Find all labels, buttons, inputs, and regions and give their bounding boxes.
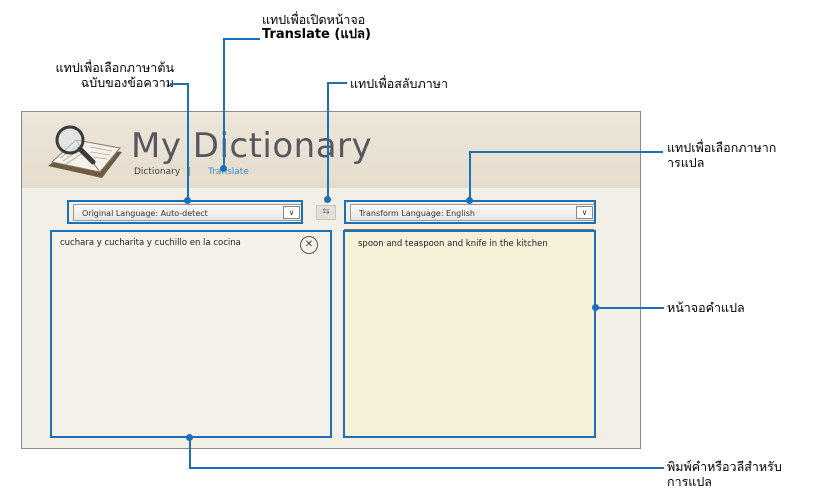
callout-input-line2: การแปล	[667, 474, 712, 489]
callout-source-line2: ฉบับของข้อความ	[80, 75, 174, 90]
callout-input-line1: พิมพ์คำหรือวลีสำหรับ	[667, 459, 782, 474]
highlight-input-panel	[50, 230, 332, 438]
leader-result-dot	[592, 304, 599, 311]
callout-target-line1: แทปเพื่อเลือกภาษาก	[667, 140, 777, 155]
leader-translate-dot	[220, 165, 227, 172]
highlight-result-panel	[343, 230, 596, 438]
leader-result-h	[596, 307, 664, 309]
leader-target-v	[469, 151, 471, 201]
swap-icon: ⇆	[322, 207, 330, 217]
swap-languages-button[interactable]: ⇆	[316, 205, 336, 220]
leader-translate-h	[223, 38, 260, 40]
leader-target-h	[469, 151, 663, 153]
tab-translate[interactable]: Translate	[208, 167, 249, 177]
callout-result-screen: หน้าจอคำแปล	[667, 300, 745, 315]
callout-target-language: แทปเพื่อเลือกภาษาก ารแปล	[667, 140, 776, 170]
leader-swap-v	[327, 82, 329, 200]
callout-source-language: แทปเพื่อเลือกภาษาต้น ฉบับของข้อความ	[6, 60, 174, 90]
leader-input-v	[189, 438, 191, 468]
callout-input: พิมพ์คำหรือวลีสำหรับ การแปล	[667, 459, 782, 489]
callout-translate-line1: แทปเพื่อเปิดหน้าจอ	[262, 12, 366, 27]
callout-translate-line2: Translate (แปล)	[262, 27, 371, 42]
callout-target-line2: ารแปล	[667, 155, 705, 170]
callout-translate: แทปเพื่อเปิดหน้าจอ Translate (แปล)	[262, 12, 371, 42]
tab-dictionary[interactable]: Dictionary	[134, 167, 180, 177]
callout-source-line1: แทปเพื่อเลือกภาษาต้น	[55, 60, 174, 75]
leader-source-dot	[184, 197, 191, 204]
leader-input-dot	[186, 434, 193, 441]
leader-swap-dot	[324, 196, 331, 203]
leader-target-dot	[466, 197, 473, 204]
callout-swap: แทปเพื่อสลับภาษา	[350, 76, 448, 91]
leader-translate-v	[223, 38, 225, 168]
dictionary-book-icon	[48, 125, 122, 178]
leader-source-v	[187, 83, 189, 200]
app-header: My Dictionary Dictionary | Translate	[22, 112, 640, 188]
leader-input-h	[189, 467, 664, 469]
app-title: My Dictionary	[131, 126, 373, 166]
leader-swap-h	[327, 82, 347, 84]
